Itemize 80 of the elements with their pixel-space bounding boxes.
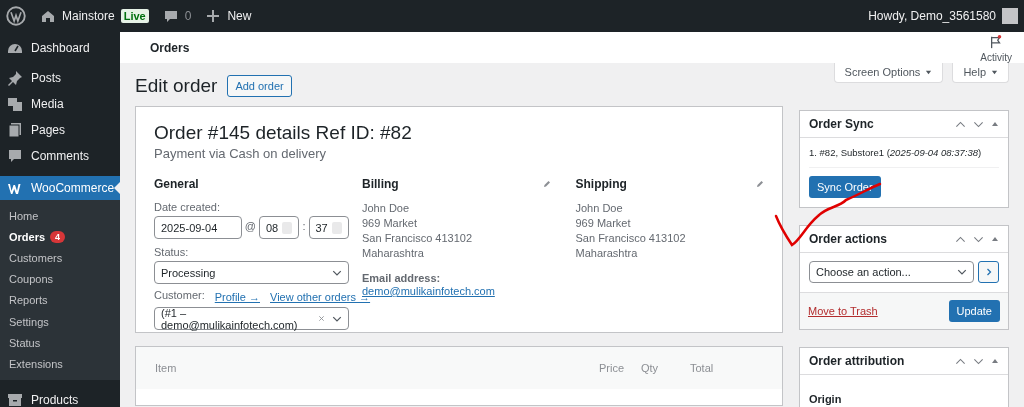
chevron-down-icon — [957, 267, 967, 277]
sync-entry: 1. #82, Substore1 (2025-09-04 08:37:38) — [809, 146, 999, 168]
collapse-arrow-icon[interactable] — [991, 235, 999, 243]
update-button[interactable]: Update — [948, 300, 1000, 322]
posts-icon — [7, 69, 23, 86]
live-badge: Live — [120, 9, 149, 23]
move-to-trash-link[interactable]: Move to Trash — [808, 305, 878, 317]
caret-icon — [925, 68, 933, 76]
submenu-item[interactable]: Extensions — [0, 353, 120, 375]
submenu-item[interactable]: Status — [0, 332, 120, 354]
submenu-item[interactable]: Reports — [0, 289, 120, 311]
section-heading: General — [154, 177, 199, 191]
sidebar-item[interactable]: Dashboard — [0, 34, 120, 61]
sidebar-item[interactable]: Comments — [0, 143, 120, 168]
section-heading: Shipping — [575, 177, 627, 191]
field-label: Date created: — [154, 201, 222, 213]
time-field[interactable]: 08 — [258, 216, 300, 239]
page-header-title: Orders — [150, 40, 190, 55]
submenu-item[interactable]: Settings — [0, 310, 120, 333]
home-icon[interactable] — [40, 8, 56, 24]
section-heading: Billing — [362, 177, 399, 191]
add-order-button[interactable]: Add order — [227, 75, 292, 97]
flag-icon[interactable] — [989, 34, 1004, 50]
customer-dropdown[interactable]: (#1 – demo@mulikainfotech.com) — [154, 307, 349, 330]
panel-title: Order actions — [809, 232, 888, 246]
action-dropdown[interactable]: Choose an action... — [809, 261, 974, 283]
page-title: Edit order — [135, 75, 218, 97]
media-icon — [7, 95, 23, 112]
order-heading: Order #145 details Ref ID: #82 — [154, 122, 413, 144]
sidebar-item[interactable]: Posts — [0, 65, 120, 90]
column-header: Qty — [641, 362, 660, 374]
sidebar-item[interactable]: Media — [0, 91, 120, 116]
date-field[interactable]: 2025-09-04 — [154, 216, 242, 239]
field-label: Customer: — [154, 289, 205, 301]
comment-count[interactable]: 0 — [184, 9, 192, 23]
submenu-item[interactable]: Home — [0, 205, 120, 227]
column-header: Item — [155, 362, 178, 374]
clear-icon[interactable] — [318, 315, 325, 322]
field-label: Email address: — [362, 272, 442, 284]
field-label: Status: — [154, 246, 190, 258]
payment-method: Payment via Cash on delivery — [154, 146, 327, 161]
submenu-item[interactable]: Coupons — [0, 268, 120, 290]
panel-title: Order attribution — [809, 354, 905, 368]
time-field[interactable]: 37 — [308, 216, 349, 239]
chevron-right-icon — [984, 268, 993, 276]
submenu-item[interactable]: Customers — [0, 247, 120, 269]
account-greeting[interactable]: Howdy, Demo_3561580 — [868, 9, 996, 23]
new-link[interactable]: New — [227, 9, 252, 23]
site-name-link[interactable]: Mainstore — [62, 9, 115, 23]
profile-link[interactable]: Profile → — [214, 290, 260, 303]
screen-tab[interactable]: Screen Options — [833, 63, 944, 83]
caret-icon — [991, 68, 998, 76]
time-separator: : — [302, 220, 306, 232]
screen-tab[interactable]: Help — [952, 63, 1009, 83]
pencil-icon[interactable] — [756, 180, 764, 188]
pointer-icon — [114, 182, 120, 194]
address-text: John Doe 969 Market San Francisco 413102 Maharashtra — [575, 201, 687, 261]
field-label: Origin — [809, 392, 843, 405]
comments-icon — [7, 147, 23, 164]
status-dropdown[interactable]: Processing — [154, 261, 349, 284]
collapse-arrow-icon[interactable] — [991, 120, 999, 128]
apply-action-button[interactable] — [978, 261, 999, 283]
collapse-arrow-icon[interactable] — [991, 357, 999, 365]
column-header: Total — [690, 362, 714, 374]
at-sign: @ — [244, 220, 256, 232]
pages-icon — [7, 121, 23, 138]
sidebar-item[interactable]: WooCommerce — [0, 176, 120, 200]
column-header: Price — [599, 362, 626, 374]
submenu-item[interactable]: Orders 4 — [0, 226, 120, 248]
count-badge: 4 — [50, 230, 66, 243]
activity-button[interactable]: Activity — [980, 32, 1012, 63]
panel-title: Order Sync — [809, 117, 874, 131]
sidebar-item[interactable]: Pages — [0, 117, 120, 142]
address-text: John Doe 969 Market San Francisco 413102 Maharashtra — [362, 201, 474, 261]
plus-icon[interactable] — [205, 8, 222, 24]
comment-icon[interactable] — [162, 8, 179, 24]
email-link[interactable]: demo@mulikainfotech.com — [362, 285, 495, 297]
wordpress-logo-icon[interactable] — [6, 6, 26, 26]
pencil-icon[interactable] — [542, 180, 551, 188]
sidebar-item[interactable]: Products — [0, 387, 120, 407]
